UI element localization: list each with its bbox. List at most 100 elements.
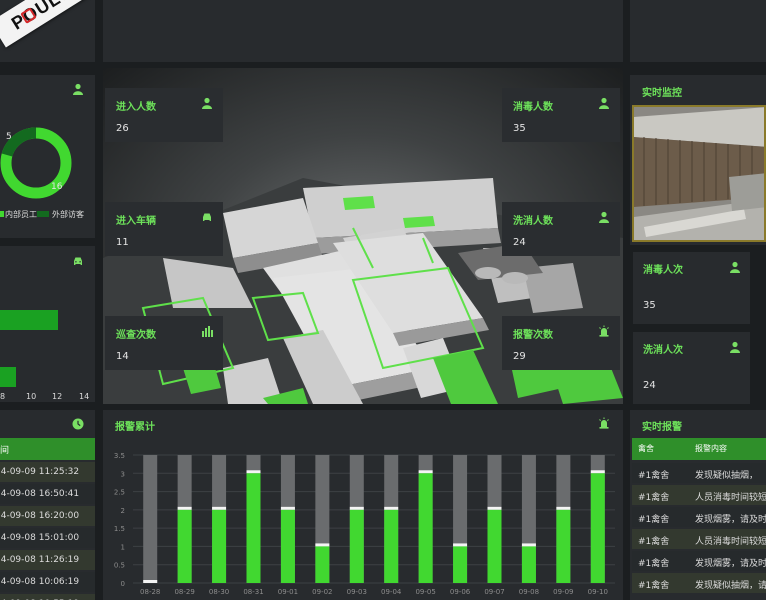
stat-value: 14 [116, 351, 129, 362]
alarm-house: #1禽舍 [638, 559, 670, 569]
wash-count-panel: 洗消人次 24 [633, 332, 750, 404]
x-tick: 8 [0, 392, 6, 401]
x-tick-label: 09-04 [381, 588, 402, 596]
y-tick-label: 3 [121, 470, 125, 478]
y-tick-label: 0.5 [114, 562, 125, 570]
person-icon [729, 341, 741, 353]
bar-chart-icon [201, 325, 213, 337]
alarm-bar[interactable] [453, 546, 468, 583]
log-time: 24-09-08 16:20:00 [0, 511, 80, 521]
log-row[interactable]: 24-09-08 16:50:41 [0, 484, 95, 504]
camera-image [634, 107, 764, 240]
x-tick-label: 09-09 [553, 588, 573, 596]
stat-value: 24 [513, 237, 526, 248]
stat-value: 29 [513, 351, 526, 362]
x-tick-label: 09-08 [519, 588, 539, 596]
alarm-bar[interactable] [177, 509, 192, 583]
stat-value: 11 [116, 237, 129, 248]
alarm-header-content: 报警内容 [695, 444, 727, 453]
wash-count-value: 24 [643, 380, 656, 391]
alarm-table-header: 禽舍 报警内容 [632, 438, 766, 460]
alarm-content: 人员消毒时间较短， [695, 537, 766, 547]
vehicle-bar [0, 367, 16, 387]
log-row[interactable]: 24-09-08 10:55:19 [0, 594, 95, 600]
alarm-bar-chart: 0 0.5 1 1.5 2 2.5 3 3.5 08-28 08-29 08-30 08-31 09-0… [114, 452, 615, 596]
vehicle-axis: 8 10 12 14 [0, 392, 95, 402]
stat-value: 26 [116, 123, 129, 134]
bar-cap [590, 470, 605, 474]
y-tick-label: 0 [121, 580, 125, 588]
alarm-content: 发现疑似抽烟， [695, 471, 759, 481]
log-row[interactable]: 24-09-08 11:26:19 [0, 550, 95, 570]
log-row[interactable]: 24-09-08 16:20:00 [0, 506, 95, 526]
person-icon [201, 97, 213, 109]
alarm-row[interactable]: #1禽舍 人员消毒时间较短 [632, 485, 766, 505]
bar-cap [521, 543, 536, 547]
stat-card-patrols: 巡查次数 14 [105, 316, 223, 370]
y-tick-label: 1 [121, 543, 125, 551]
alarm-house: #1禽舍 [638, 493, 670, 503]
x-tick: 10 [26, 392, 37, 401]
alarm-header-house: 禽舍 [638, 444, 654, 453]
y-tick-label: 3.5 [114, 452, 125, 460]
car-icon [72, 255, 84, 267]
staff-donut [0, 127, 72, 199]
log-row[interactable]: 24-09-08 10:06:19 [0, 572, 95, 592]
log-header-label: 间 [0, 446, 10, 456]
log-time: 24-09-08 15:01:00 [0, 533, 80, 543]
y-tick-label: 2.5 [114, 489, 125, 497]
alarm-bar[interactable] [590, 473, 605, 583]
top-right-panel [630, 0, 766, 62]
alarm-bar[interactable] [280, 509, 295, 583]
bar-cap [556, 506, 571, 510]
log-row[interactable]: 24-09-08 15:01:00 [0, 528, 95, 548]
alarm-row[interactable]: #1禽舍 发现疑似抽烟，请及 [632, 573, 766, 593]
alarm-bar[interactable] [384, 509, 399, 583]
legend-label-visitors: 外部访客 [52, 210, 84, 219]
monitor-panel: 实时监控 [630, 75, 766, 245]
legend-label-staff: 内部员工 [5, 210, 37, 219]
vehicle-panel: 8 10 12 14 [0, 246, 95, 402]
log-row[interactable]: 24-09-09 11:25:32 [0, 462, 95, 482]
log-table-header: 间 [0, 438, 95, 460]
x-tick: 12 [52, 392, 63, 401]
camera-feed[interactable] [632, 105, 766, 242]
alarm-bar[interactable] [418, 473, 433, 583]
log-time: 24-09-08 16:50:41 [0, 489, 80, 499]
alarm-row[interactable]: #1禽舍 发现烟雾，请及时检 [632, 551, 766, 571]
x-tick-label: 09-10 [588, 588, 608, 596]
alarm-list-title: 实时报警 [642, 422, 682, 433]
alarm-bar[interactable] [521, 546, 536, 583]
x-tick: 14 [79, 392, 90, 401]
alarm-bar[interactable] [349, 509, 364, 583]
person-icon [598, 211, 610, 223]
alarm-bar[interactable] [556, 509, 571, 583]
x-tick-label: 08-29 [174, 588, 194, 596]
entry-log-panel: 间 24-09-09 11:25:32 24-09-08 16:50:41 24-0… [0, 410, 95, 600]
alarm-row[interactable]: #1禽舍 发现疑似抽烟， [632, 463, 766, 483]
alarm-content: 发现烟雾，请及时检 [695, 559, 766, 569]
bar-cap [177, 506, 192, 510]
alarm-row[interactable]: #1禽舍 人员消毒时间较短， [632, 529, 766, 549]
bar-cap [280, 506, 295, 510]
clock-icon [72, 418, 84, 430]
vehicle-bar [0, 310, 58, 330]
x-tick-label: 09-02 [312, 588, 332, 596]
bar-background [143, 455, 158, 583]
log-time: 24-09-08 11:26:19 [0, 555, 80, 565]
bar-cap [246, 470, 261, 474]
disinfect-count-title: 消毒人次 [643, 265, 683, 276]
alarm-content: 人员消毒时间较短 [695, 493, 766, 503]
log-time: 24-09-09 11:25:32 [0, 467, 80, 477]
y-tick-label: 2 [121, 507, 125, 515]
alarm-bar[interactable] [315, 546, 330, 583]
bar-cap [453, 543, 468, 547]
alarm-row[interactable]: #1禽舍 发现烟雾，请及时检 [632, 507, 766, 527]
x-tick-label: 08-28 [140, 588, 160, 596]
alarm-bar[interactable] [212, 509, 227, 583]
alarm-bar[interactable] [246, 473, 261, 583]
bar-cap [315, 543, 330, 547]
x-tick-label: 09-03 [347, 588, 367, 596]
stat-card-alarms: 报警次数 29 [502, 316, 620, 370]
alarm-bar[interactable] [487, 509, 502, 583]
